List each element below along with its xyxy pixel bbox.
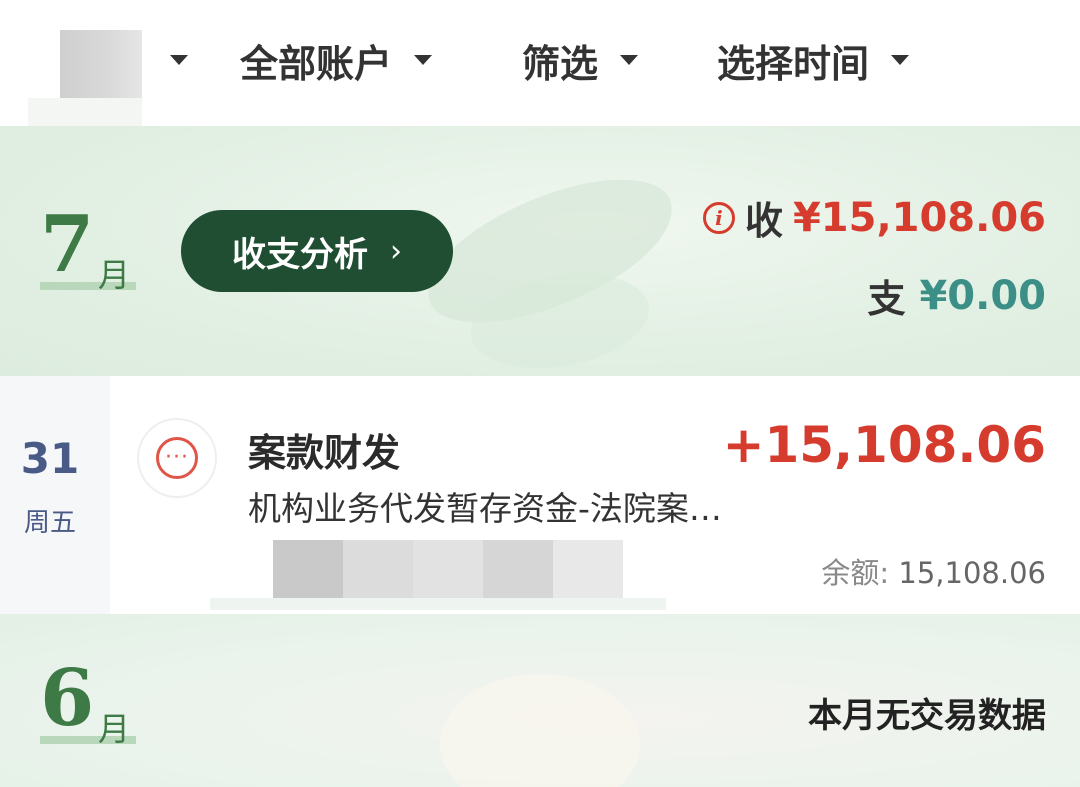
month-suffix: 月 (98, 256, 131, 294)
more-dots-icon: ··· (137, 418, 217, 498)
filter-time[interactable]: 选择时间 (717, 30, 910, 90)
income-label: 收 (744, 199, 783, 243)
redacted-account-block (60, 30, 142, 98)
info-icon[interactable]: i (702, 201, 735, 234)
chevron-right-icon: › (390, 233, 402, 269)
analysis-button-label: 收支分析 (232, 234, 368, 275)
month-suffix: 月 (98, 710, 131, 748)
transaction-weekday: 周五 (23, 508, 76, 538)
income-amount: ¥15,108.06 (792, 194, 1046, 241)
chevron-down-icon (891, 55, 910, 65)
balance-value: 15,108.06 (898, 556, 1046, 590)
chevron-down-icon (620, 55, 639, 65)
chevron-down-icon (414, 55, 433, 65)
filter-all-accounts-label: 全部账户 (240, 41, 393, 86)
month-number: 7 (40, 199, 95, 290)
account-dropdown-caret-icon[interactable] (170, 55, 188, 65)
transaction-description: 机构业务代发暂存资金-法院案… (248, 489, 722, 528)
transaction-title: 案款财发 (248, 431, 401, 475)
filter-screen[interactable]: 筛选 (522, 30, 639, 90)
balance-label: 余额: (821, 556, 890, 590)
filter-screen-label: 筛选 (522, 41, 599, 86)
income-summary: i 收 ¥15,108.06 (702, 190, 1046, 245)
transaction-amount: +15,108.06 (722, 416, 1046, 474)
flower-decoration (440, 674, 640, 787)
expense-amount: ¥0.00 (919, 272, 1046, 319)
filter-time-label: 选择时间 (717, 41, 870, 86)
month-summary-june: 6 月 本月无交易数据 (0, 614, 1080, 787)
month-summary-july: 7 月 收支分析 › i 收 ¥15,108.06 支 ¥0.00 (0, 126, 1080, 376)
transaction-date: 31 周五 (0, 376, 110, 614)
expense-summary: 支 ¥0.00 (867, 268, 1046, 323)
redacted-info-block (273, 540, 623, 598)
transaction-row[interactable]: 31 周五 ··· 案款财发 机构业务代发暂存资金-法院案… +15,108.0… (0, 376, 1080, 614)
filter-bar: 全部账户 筛选 选择时间 (0, 0, 1080, 126)
month-number: 6 (40, 653, 95, 744)
transaction-balance: 余额: 15,108.06 (821, 550, 1046, 592)
expense-label: 支 (867, 277, 906, 321)
income-expense-analysis-button[interactable]: 收支分析 › (181, 210, 453, 292)
no-transactions-text: 本月无交易数据 (808, 696, 1046, 736)
transaction-day: 31 (20, 434, 80, 483)
filter-all-accounts[interactable]: 全部账户 (240, 30, 433, 90)
